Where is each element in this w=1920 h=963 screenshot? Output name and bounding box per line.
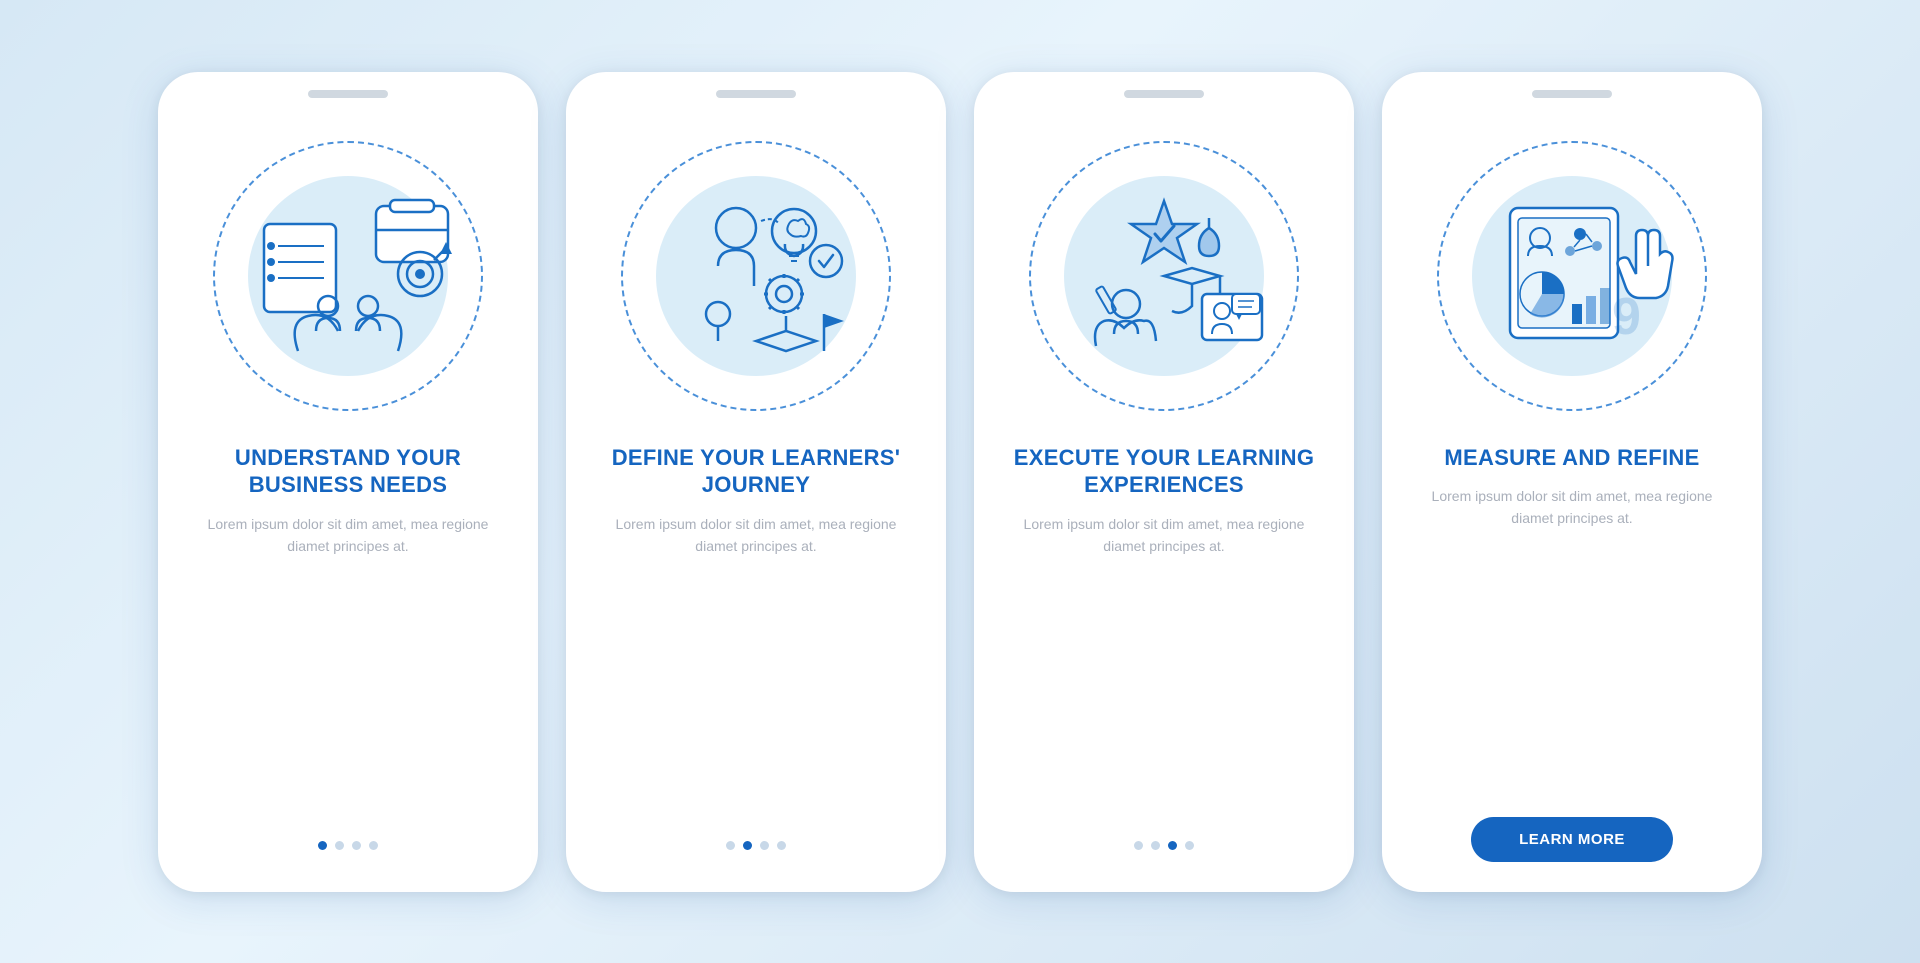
illustration-learning [1004,116,1324,436]
card-execute: EXECUTE YOUR LEARNING EXPERIENCES Lorem … [974,72,1354,892]
dot [760,841,769,850]
card-title-4: MEASURE AND REFINE [1444,444,1699,472]
journey-icon [636,156,876,396]
dot-active [743,841,752,850]
dot [352,841,361,850]
card-understand: UNDERSTAND YOUR BUSINESS NEEDS Lorem ips… [158,72,538,892]
dot [335,841,344,850]
dot [1134,841,1143,850]
phone-notch [308,90,388,98]
business-icon [228,156,468,396]
card-title-3: EXECUTE YOUR LEARNING EXPERIENCES [1004,444,1324,499]
dot [1185,841,1194,850]
dot [777,841,786,850]
card-define: DEFINE YOUR LEARNERS' JOURNEY Lorem ipsu… [566,72,946,892]
phone-notch [1532,90,1612,98]
card-body-3: Lorem ipsum dolor sit dim amet, mea regi… [1010,513,1318,558]
card-title-1: UNDERSTAND YOUR BUSINESS NEEDS [188,444,508,499]
svg-text:9: 9 [1612,288,1641,346]
dot-active [318,841,327,850]
dot [726,841,735,850]
dots-row-3 [1134,841,1194,862]
dot [369,841,378,850]
card-title-2: DEFINE YOUR LEARNERS' JOURNEY [596,444,916,499]
dot [1151,841,1160,850]
illustration-journey [596,116,916,436]
dots-row-2 [726,841,786,862]
card-body-1: Lorem ipsum dolor sit dim amet, mea regi… [194,513,502,558]
phone-notch [1124,90,1204,98]
illustration-business [188,116,508,436]
card-measure: 9 MEASURE AND REFINE Lorem ipsum dolor s… [1382,72,1762,892]
illustration-measure: 9 [1412,116,1732,436]
card-body-2: Lorem ipsum dolor sit dim amet, mea regi… [602,513,910,558]
dot-active [1168,841,1177,850]
cards-container: UNDERSTAND YOUR BUSINESS NEEDS Lorem ips… [118,32,1802,932]
dots-row-1 [318,841,378,862]
measure-icon: 9 [1452,156,1692,396]
phone-notch [716,90,796,98]
learn-more-button[interactable]: LEARN MORE [1471,817,1673,862]
learning-icon [1044,156,1284,396]
card-body-4: Lorem ipsum dolor sit dim amet, mea regi… [1418,485,1726,530]
